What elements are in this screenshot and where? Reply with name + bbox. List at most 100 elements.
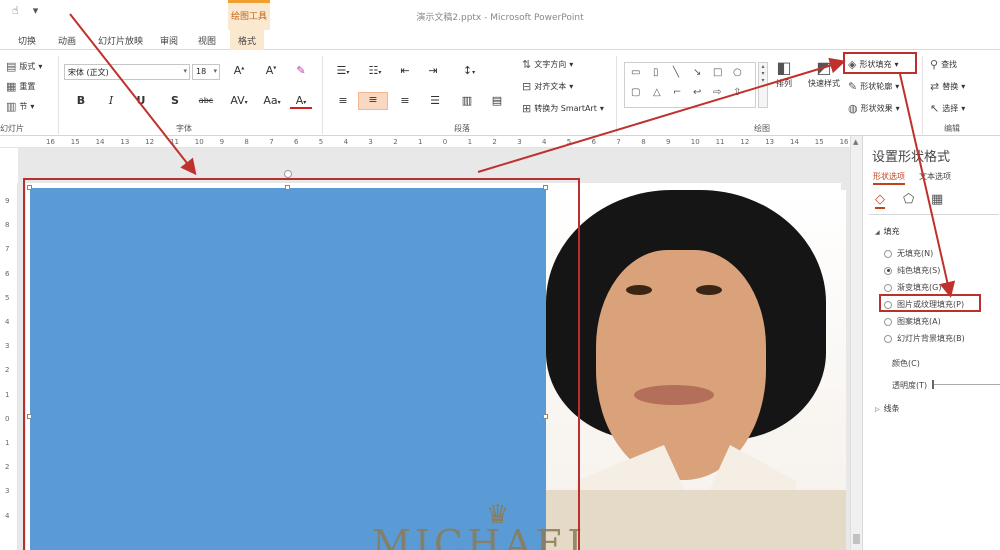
clear-format-icon[interactable]: ✎ <box>292 64 310 77</box>
justify-icon[interactable]: ☰ <box>426 94 444 107</box>
select-button[interactable]: ↖ 选择 ▾ <box>930 102 965 115</box>
section-icon: ▥ <box>6 100 17 113</box>
decrease-font-icon[interactable]: A▾ <box>262 64 280 77</box>
scroll-up-icon[interactable]: ▲ <box>853 138 858 146</box>
bullets-icon[interactable]: ☰▾ <box>332 64 354 77</box>
strikethrough-button[interactable]: abc <box>194 96 218 105</box>
radio[interactable] <box>884 283 892 292</box>
italic-button[interactable]: I <box>102 94 120 107</box>
font-name-select[interactable]: 宋体 (正文) ▾ <box>64 64 190 80</box>
tab-review[interactable]: 审阅 <box>160 34 178 47</box>
solid-fill-option[interactable]: 纯色填充(S) <box>884 265 940 276</box>
align-text-button[interactable]: ⊟ 对齐文本 ▾ <box>522 80 573 93</box>
cursor-icon: ↖ <box>930 102 940 115</box>
tab-shape-options[interactable]: 形状选项 <box>873 171 905 185</box>
distribute-icon[interactable]: ▤ <box>488 94 506 107</box>
underline-button[interactable]: U <box>132 94 150 107</box>
selection-annotation-box <box>23 178 580 550</box>
columns-icon[interactable]: ▥ <box>458 94 476 107</box>
slide-background-fill-option[interactable]: 幻灯片背景填充(B) <box>884 333 965 344</box>
curve-connector-icon[interactable]: ↩ <box>693 87 701 98</box>
ruler-tick: 6 <box>591 138 597 146</box>
arrange-button[interactable]: ◧ 排列 <box>776 58 792 89</box>
char-spacing-button[interactable]: AV▾ <box>228 94 250 107</box>
scroll-thumb[interactable] <box>853 534 860 544</box>
ruler-tick: 12 <box>740 138 750 146</box>
vertical-scrollbar[interactable]: ▲ <box>850 136 862 550</box>
size-properties-icon[interactable]: ▦ <box>931 192 943 207</box>
smartart-button[interactable]: ⊞ 转换为 SmartArt ▾ <box>522 102 604 115</box>
tab-format[interactable]: 格式 <box>230 30 265 50</box>
layout-icon: ▤ <box>6 60 17 73</box>
radio[interactable] <box>884 334 892 343</box>
pattern-fill-option[interactable]: 图案填充(A) <box>884 316 941 327</box>
section-button[interactable]: ▥ 节 ▾ <box>6 100 34 113</box>
transparency-slider-track[interactable] <box>934 384 1000 385</box>
tab-text-options[interactable]: 文本选项 <box>919 171 951 182</box>
ruler-tick: 7 <box>269 138 274 146</box>
increase-indent-icon[interactable]: ⇥ <box>424 64 442 77</box>
separator <box>616 56 617 134</box>
shapes-gallery[interactable]: ▭ ▯ ╲ ↘ □ ○ ▢ △ ⌐ ↩ ⇨ ⇧ <box>624 62 756 108</box>
shape-effects-button[interactable]: ◍ 形状效果 ▾ <box>848 102 900 115</box>
layout-button[interactable]: ▤ 版式 ▾ <box>6 60 42 73</box>
radio[interactable] <box>884 249 892 258</box>
tab-slideshow[interactable]: 幻灯片放映 <box>98 34 143 47</box>
fill-line-icon[interactable]: ◇ <box>875 192 885 209</box>
line-section-header[interactable]: ▷ 线条 <box>875 403 900 414</box>
right-arrow-shape-icon[interactable]: ⇨ <box>713 87 721 98</box>
fill-section-header[interactable]: ◢ 填充 <box>875 226 900 237</box>
font-size-select[interactable]: 18 ▾ <box>192 64 220 80</box>
ruler-tick: 16 <box>839 138 849 146</box>
arrange-icon: ◧ <box>776 58 792 77</box>
text-direction-button[interactable]: ⇅ 文字方向 ▾ <box>522 58 573 71</box>
font-color-button[interactable]: A▾ <box>290 94 312 109</box>
triangle-shape-icon[interactable]: △ <box>653 87 661 98</box>
no-fill-option[interactable]: 无填充(N) <box>884 248 933 259</box>
align-left-icon[interactable]: ≡ <box>334 94 352 107</box>
align-center-icon[interactable]: ≡ <box>358 92 388 110</box>
align-right-icon[interactable]: ≡ <box>396 94 414 107</box>
up-arrow-shape-icon[interactable]: ⇧ <box>733 87 741 98</box>
reset-icon: ▦ <box>6 80 17 93</box>
rectangle-shape-icon[interactable]: □ <box>713 67 722 78</box>
ruler-tick: 11 <box>715 138 725 146</box>
elbow-connector-icon[interactable]: ⌐ <box>673 87 681 98</box>
gradient-fill-option[interactable]: 渐变填充(G) <box>884 282 941 293</box>
tab-view[interactable]: 视图 <box>198 34 216 47</box>
ruler-tick: 4 <box>5 511 10 520</box>
replace-button[interactable]: ⇄ 替换 ▾ <box>930 80 965 93</box>
vertical-textbox-icon[interactable]: ▯ <box>653 67 659 78</box>
ruler-tick: 3 <box>517 138 522 146</box>
increase-font-icon[interactable]: A▴ <box>230 64 248 77</box>
find-button[interactable]: ⚲ 查找 <box>930 58 957 71</box>
effects-icon: ◍ <box>848 102 858 115</box>
transparency-slider-knob[interactable] <box>932 380 934 389</box>
chevron-down-icon: ▾ <box>183 67 187 75</box>
quick-styles-button[interactable]: ◩ 快速样式 <box>808 58 840 89</box>
radio[interactable] <box>884 266 892 275</box>
ruler-tick: 11 <box>170 138 179 146</box>
decrease-indent-icon[interactable]: ⇤ <box>396 64 414 77</box>
numbering-icon[interactable]: ☷▾ <box>364 64 386 77</box>
radio[interactable] <box>884 317 892 326</box>
line-spacing-icon[interactable]: ↕▾ <box>458 64 480 77</box>
shape-outline-button[interactable]: ✎ 形状轮廓 ▾ <box>848 80 899 93</box>
rounded-rect-shape-icon[interactable]: ▢ <box>631 87 640 98</box>
shadow-button[interactable]: S <box>166 94 184 107</box>
textbox-shape-icon[interactable]: ▭ <box>631 67 640 78</box>
change-case-button[interactable]: Aa▾ <box>260 94 284 107</box>
ruler-tick: 1 <box>418 138 423 146</box>
arrow-shape-icon[interactable]: ↘ <box>693 67 701 78</box>
line-shape-icon[interactable]: ╲ <box>673 67 679 78</box>
reset-button[interactable]: ▦ 重置 <box>6 80 35 93</box>
ruler-tick: 2 <box>5 463 10 472</box>
bold-button[interactable]: B <box>72 94 90 107</box>
effects-pentagon-icon[interactable]: ⬠ <box>903 192 914 207</box>
oval-shape-icon[interactable]: ○ <box>733 67 742 78</box>
rotation-handle[interactable] <box>284 170 292 178</box>
ruler-tick: 4 <box>5 318 10 326</box>
tab-animations[interactable]: 动画 <box>58 34 76 47</box>
tab-transitions[interactable]: 切换 <box>18 34 36 47</box>
gallery-scroll[interactable]: ▴ ▾ ▾ <box>758 62 768 108</box>
